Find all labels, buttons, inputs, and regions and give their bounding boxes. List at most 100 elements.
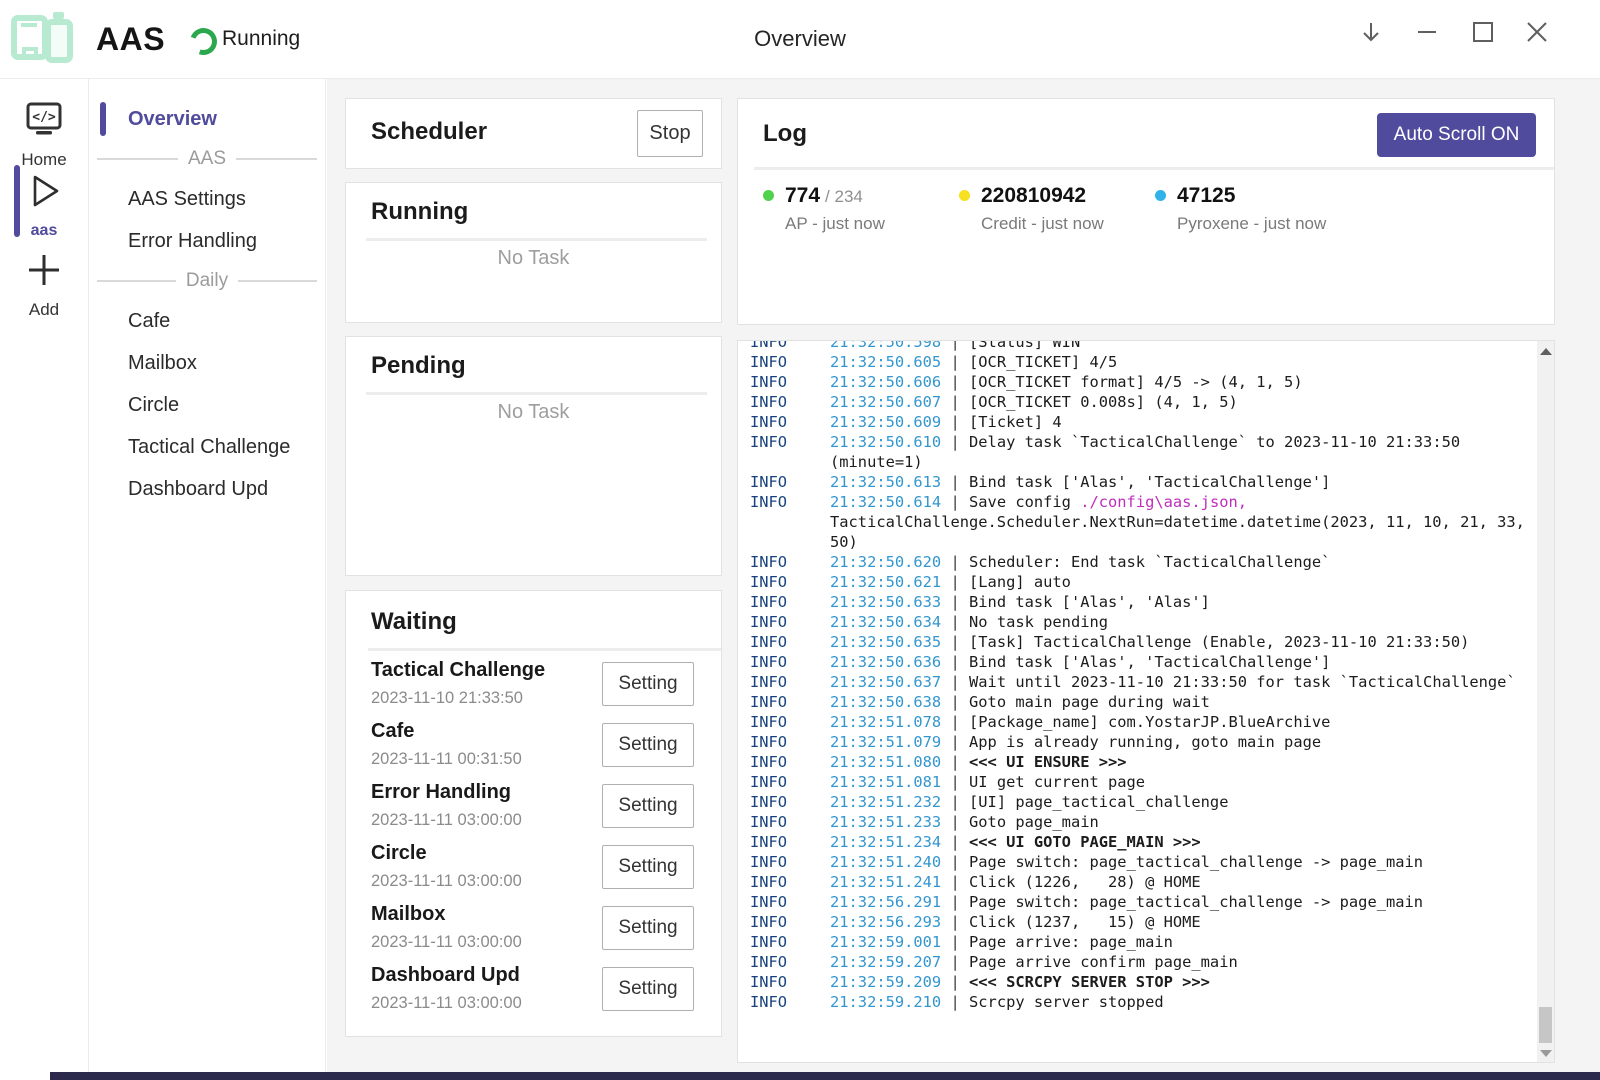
log-message: Page arrive: page_main (969, 933, 1173, 951)
scroll-up-arrow-icon[interactable] (1540, 348, 1552, 355)
log-message: [Status] WIN (969, 341, 1080, 351)
waiting-item-time: 2023-11-10 21:33:50 (371, 689, 545, 708)
sidebar-item-label: Error Handling (128, 230, 257, 253)
sidebar-item-dashboard-upd[interactable]: Dashboard Upd (89, 468, 325, 510)
log-time: 21:32:51.234 (830, 833, 941, 851)
log-separator: | (941, 773, 969, 791)
log-level: INFO (750, 552, 830, 572)
section-label: AAS (188, 148, 226, 170)
stat-dot-icon (959, 190, 970, 201)
log-level: INFO (750, 872, 830, 892)
close-button[interactable] (1520, 16, 1554, 48)
sidebar-item-tactical-challenge[interactable]: Tactical Challenge (89, 426, 325, 468)
sidebar-item-cafe[interactable]: Cafe (89, 300, 325, 342)
log-level: INFO (750, 952, 830, 972)
setting-button[interactable]: Setting (602, 967, 694, 1011)
log-time: 21:32:51.081 (830, 773, 941, 791)
sidebar-item-label: Cafe (128, 310, 170, 333)
log-line-body: 21:32:50.614 | Save config ./config\aas.… (830, 492, 1533, 552)
arrow-down-button[interactable] (1354, 16, 1388, 48)
minimize-button[interactable] (1410, 16, 1444, 48)
log-level: INFO (750, 652, 830, 672)
log-line-body: 21:32:59.001 | Page arrive: page_main (830, 932, 1533, 952)
log-scrollbar[interactable] (1537, 341, 1554, 1062)
sidebar-item-aas-settings[interactable]: AAS Settings (89, 178, 325, 220)
setting-button[interactable]: Setting (602, 906, 694, 950)
setting-button[interactable]: Setting (602, 723, 694, 767)
maximize-button[interactable] (1466, 16, 1500, 48)
log-line: INFO21:32:50.636 | Bind task ['Alas', 'T… (750, 652, 1533, 672)
log-separator: | (941, 433, 969, 451)
log-time: 21:32:51.078 (830, 713, 941, 731)
log-message: [Task] TacticalChallenge (Enable, 2023-1… (969, 633, 1469, 651)
sidebar-item-overview[interactable]: Overview (89, 98, 325, 140)
stat-value-row: 774/ 234 (763, 184, 959, 208)
log-message-part: ./config\aas.json, (1080, 493, 1247, 511)
section-divider-line (97, 280, 176, 282)
log-time: 21:32:50.614 (830, 493, 941, 511)
log-time: 21:32:50.638 (830, 693, 941, 711)
log-separator: | (941, 893, 969, 911)
log-line: INFO21:32:50.638 | Goto main page during… (750, 692, 1533, 712)
auto-scroll-button[interactable]: Auto Scroll ON (1377, 113, 1536, 157)
log-time: 21:32:59.209 (830, 973, 941, 991)
home-code-monitor-icon: </> (23, 101, 65, 139)
log-message: Bind task ['Alas', 'Alas'] (969, 593, 1210, 611)
waiting-item-name: Dashboard Upd (371, 964, 522, 987)
setting-button[interactable]: Setting (602, 845, 694, 889)
sidebar-item-label: Overview (128, 108, 217, 131)
log-separator: | (941, 473, 969, 491)
sidebar-item-label: Dashboard Upd (128, 478, 268, 501)
sidebar-item-mailbox[interactable]: Mailbox (89, 342, 325, 384)
log-line-body: 21:32:50.621 | [Lang] auto (830, 572, 1533, 592)
titlebar: AAS Running Overview (0, 0, 1600, 79)
rail-item-add[interactable]: Add (0, 251, 88, 320)
svg-text:</>: </> (32, 110, 56, 125)
scrollbar-thumb[interactable] (1539, 1007, 1552, 1043)
stat-item: 47125Pyroxene - just now (1155, 184, 1351, 234)
log-separator: | (941, 373, 969, 391)
icon-rail: </> Home aas Add (0, 79, 89, 1072)
log-message: [OCR_TICKET format] 4/5 -> (4, 1, 5) (969, 373, 1303, 391)
log-separator: | (941, 673, 969, 691)
log-line: INFO21:32:50.634 | No task pending (750, 612, 1533, 632)
log-line-body: 21:32:50.605 | [OCR_TICKET] 4/5 (830, 352, 1533, 372)
log-line-body: 21:32:51.081 | UI get current page (830, 772, 1533, 792)
log-level: INFO (750, 712, 830, 732)
log-time: 21:32:51.232 (830, 793, 941, 811)
divider (366, 392, 707, 395)
stat-dot-icon (763, 190, 774, 201)
stop-button[interactable]: Stop (637, 110, 703, 157)
log-line-body: 21:32:50.610 | Delay task `TacticalChall… (830, 432, 1533, 472)
waiting-item-info: Tactical Challenge2023-11-10 21:33:50 (371, 659, 545, 708)
log-time: 21:32:50.621 (830, 573, 941, 591)
log-time: 21:32:50.605 (830, 353, 941, 371)
log-time: 21:32:59.001 (830, 933, 941, 951)
setting-button[interactable]: Setting (602, 662, 694, 706)
sidebar-item-circle[interactable]: Circle (89, 384, 325, 426)
log-line-body: 21:32:51.232 | [UI] page_tactical_challe… (830, 792, 1533, 812)
rail-item-home[interactable]: </> Home (0, 101, 88, 170)
running-empty-text: No Task (346, 247, 721, 270)
log-message: [UI] page_tactical_challenge (969, 793, 1228, 811)
log-line: INFO21:32:51.241 | Click (1226, 28) @ HO… (750, 872, 1533, 892)
log-level: INFO (750, 852, 830, 872)
log-line-body: 21:32:50.609 | [Ticket] 4 (830, 412, 1533, 432)
log-time: 21:32:50.610 (830, 433, 941, 451)
stat-label: AP - just now (785, 214, 959, 234)
log-separator: | (941, 573, 969, 591)
setting-button[interactable]: Setting (602, 784, 694, 828)
log-level: INFO (750, 432, 830, 472)
log-line-body: 21:32:50.598 | [Status] WIN (830, 341, 1533, 352)
active-indicator (100, 102, 106, 136)
log-time: 21:32:56.291 (830, 893, 941, 911)
log-line: INFO21:32:50.613 | Bind task ['Alas', 'T… (750, 472, 1533, 492)
log-message: [Lang] auto (969, 573, 1071, 591)
log-line: INFO21:32:59.001 | Page arrive: page_mai… (750, 932, 1533, 952)
log-level: INFO (750, 341, 830, 352)
sidebar-item-error-handling[interactable]: Error Handling (89, 220, 325, 262)
log-line-body: 21:32:50.638 | Goto main page during wai… (830, 692, 1533, 712)
log-separator: | (941, 853, 969, 871)
scroll-down-arrow-icon[interactable] (1540, 1050, 1552, 1057)
log-text-area[interactable]: INFO21:32:50.598 | [Status] WININFO21:32… (738, 341, 1537, 1062)
